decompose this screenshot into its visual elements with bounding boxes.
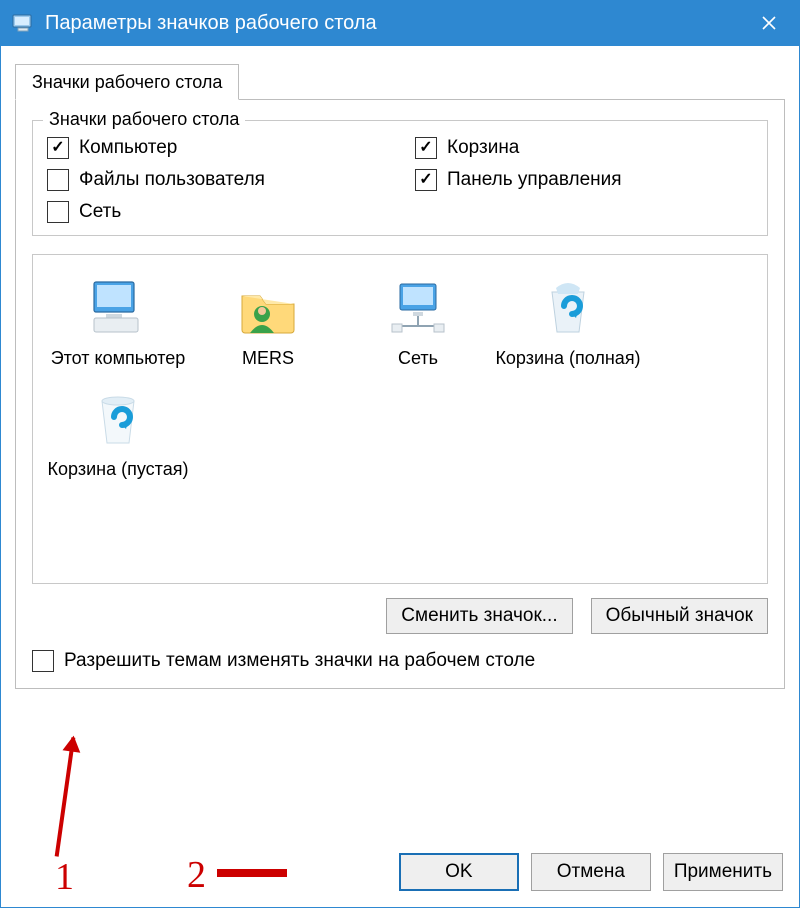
tab-panel: Значки рабочего стола Компьютер Корзина … — [15, 99, 785, 689]
recycle-bin-empty-icon — [43, 384, 193, 454]
checkbox-control-panel[interactable]: Панель управления — [415, 169, 753, 191]
icon-label: Корзина (пустая) — [43, 458, 193, 481]
window-body: Значки рабочего стола Значки рабочего ст… — [0, 46, 800, 908]
tab-desktop-icons[interactable]: Значки рабочего стола — [15, 64, 239, 100]
icon-this-pc[interactable]: Этот компьютер — [43, 273, 193, 384]
titlebar: Параметры значков рабочего стола — [0, 0, 800, 46]
checkbox-allow-themes[interactable]: Разрешить темам изменять значки на рабоч… — [32, 650, 768, 672]
icon-preview-panel: Этот компьютер MERS — [32, 254, 768, 584]
icon-recycle-empty[interactable]: Корзина (пустая) — [43, 384, 193, 495]
checkbox-label: Панель управления — [447, 169, 622, 191]
checkbox-icon — [415, 169, 437, 191]
checkbox-label: Корзина — [447, 137, 519, 159]
apply-button[interactable]: Применить — [663, 853, 783, 891]
annotation-arrow-2 — [217, 869, 287, 877]
checkbox-icon — [415, 137, 437, 159]
icon-network[interactable]: Сеть — [343, 273, 493, 384]
group-desktop-icons: Значки рабочего стола Компьютер Корзина … — [32, 120, 768, 236]
computer-icon — [43, 273, 193, 343]
annotation-arrow-1 — [55, 737, 76, 856]
default-icon-button[interactable]: Обычный значок — [591, 598, 768, 634]
icon-label: Этот компьютер — [43, 347, 193, 370]
annotation-label-1: 1 — [55, 855, 74, 899]
icon-label: Сеть — [343, 347, 493, 370]
recycle-bin-full-icon — [493, 273, 643, 343]
checkbox-icon — [47, 137, 69, 159]
tabstrip: Значки рабочего стола — [15, 60, 785, 100]
folder-user-icon — [193, 273, 343, 343]
icon-user-folder[interactable]: MERS — [193, 273, 343, 384]
annotation-label-2: 2 — [187, 853, 206, 897]
checkbox-icon — [32, 650, 54, 672]
app-icon — [11, 11, 35, 35]
checkbox-icon — [47, 201, 69, 223]
checkbox-label: Разрешить темам изменять значки на рабоч… — [64, 650, 535, 672]
window-title: Параметры значков рабочего стола — [45, 12, 739, 35]
checkbox-label: Сеть — [79, 201, 121, 223]
group-legend: Значки рабочего стола — [43, 109, 245, 130]
icon-label: Корзина (полная) — [493, 347, 643, 370]
checkbox-computer[interactable]: Компьютер — [47, 137, 385, 159]
close-button[interactable] — [739, 0, 799, 46]
checkbox-network[interactable]: Сеть — [47, 201, 385, 223]
checkbox-label: Компьютер — [79, 137, 177, 159]
change-icon-button[interactable]: Сменить значок... — [386, 598, 572, 634]
cancel-button[interactable]: Отмена — [531, 853, 651, 891]
ok-button[interactable]: OK — [399, 853, 519, 891]
icon-label: MERS — [193, 347, 343, 370]
icon-recycle-full[interactable]: Корзина (полная) — [493, 273, 643, 384]
checkbox-recycle-bin[interactable]: Корзина — [415, 137, 753, 159]
checkbox-icon — [47, 169, 69, 191]
network-icon — [343, 273, 493, 343]
checkbox-label: Файлы пользователя — [79, 169, 265, 191]
checkbox-user-files[interactable]: Файлы пользователя — [47, 169, 385, 191]
